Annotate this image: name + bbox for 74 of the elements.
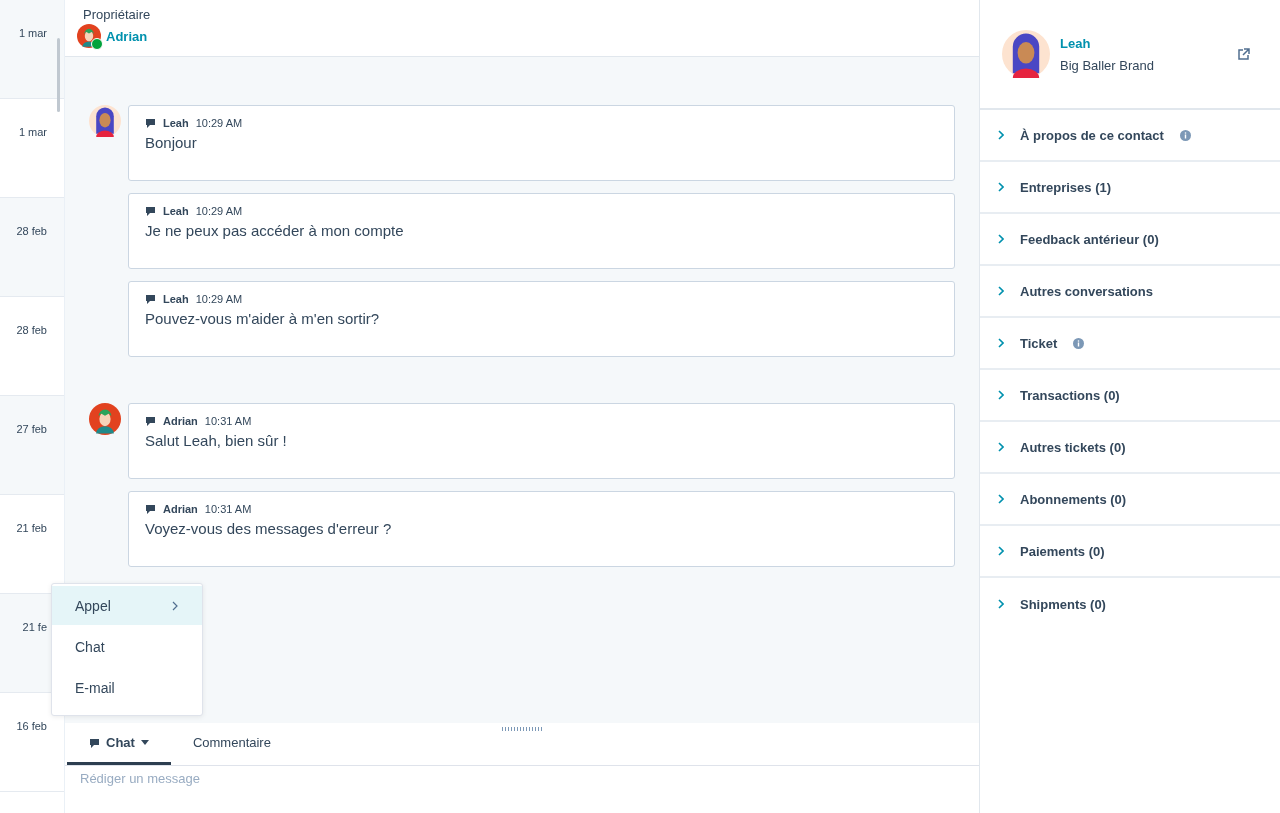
chevron-right-icon [998,130,1004,140]
section-header[interactable]: Shipments (0) [980,578,1280,630]
section-title: Ticket [1020,335,1058,351]
chevron-right-icon [998,338,1004,348]
chevron-right-icon [998,234,1004,244]
section-header[interactable]: Abonnements (0) [980,474,1280,526]
chat-bubble-icon [145,206,156,216]
chevron-right-icon [998,390,1004,400]
owner-name[interactable]: Adrian [106,28,148,44]
section-header[interactable]: Autres tickets (0) [980,422,1280,474]
message-author: Leah [163,205,189,217]
section-header[interactable]: Transactions (0) [980,370,1280,422]
woman-avatar-icon [89,105,121,137]
timeline-date: 21 feb [16,522,47,534]
message-text: Voyez-vous des messages d'erreur ? [145,520,393,537]
chevron-right-icon [998,546,1004,556]
chevron-right-icon [998,182,1004,192]
section-title: Shipments (0) [1020,596,1106,612]
timeline-date: 1 mar [18,27,47,39]
section-title: Transactions (0) [1020,387,1120,403]
chat-bubble-icon [145,416,156,426]
section-title: Paiements (0) [1020,543,1105,559]
message-field[interactable]: Rédiger un message [65,766,979,813]
message-time: 10:31 AM [204,415,252,427]
section-header[interactable]: Ticket [980,318,1280,370]
section-title: Autres conversations [1020,283,1153,299]
message-text: Salut Leah, bien sûr ! [145,432,288,449]
timeline-date: 27 feb [16,423,47,435]
chevron-right-icon [998,286,1004,296]
timeline-date: 21 fe [22,621,47,633]
section-header[interactable]: À propos de ce contact [980,110,1280,162]
man-avatar-icon [89,403,121,435]
timeline-date: 1 mar [18,126,47,138]
section-header[interactable]: Entreprises (1) [980,162,1280,214]
section-header[interactable]: Paiements (0) [980,526,1280,578]
message-text: Je ne peux pas accéder à mon compte [145,222,405,239]
message-author: Leah [163,117,189,129]
composer-tab[interactable]: Commentaire [170,723,293,765]
contact-name[interactable]: Leah [1060,35,1227,51]
section-title: Abonnements (0) [1020,491,1127,507]
section-title: Feedback antérieur (0) [1020,231,1159,247]
message-time: 10:31 AM [204,503,252,515]
woman-avatar-icon [1002,30,1050,78]
timeline-date: 28 feb [16,225,47,237]
timeline-date: 16 feb [16,720,47,732]
resize-handle[interactable] [502,727,542,731]
contact-company: Big Baller Brand [1060,57,1155,73]
section-header[interactable]: Feedback antérieur (0) [980,214,1280,266]
chevron-right-icon [998,494,1004,504]
chat-bubble-icon [89,737,100,748]
chat-bubble-icon [145,294,156,304]
message-text: Bonjour [145,134,198,151]
message-author: Adrian [163,503,198,515]
message-text: Pouvez-vous m'aider à m'en sortir? [145,310,381,327]
chat-bubble-icon [145,118,156,128]
message-time: 10:29 AM [195,293,243,305]
message-author: Adrian [163,415,198,427]
section-title: Autres tickets (0) [1020,439,1126,455]
timeline-date: 28 feb [16,324,47,336]
message-author: Leah [163,293,189,305]
scrollbar[interactable] [57,38,60,112]
menu-item[interactable]: Chat [52,627,202,666]
section-title: À propos de ce contact [1020,127,1164,143]
menu-item[interactable]: Appel [52,586,202,625]
section-header[interactable]: Autres conversations [980,266,1280,318]
section-title: Entreprises (1) [1020,179,1112,195]
chevron-right-icon [998,442,1004,452]
owner-label: Propriétaire [83,7,152,22]
message-time: 10:29 AM [195,117,243,129]
chevron-right-icon [998,599,1004,609]
external-link-icon[interactable] [1237,47,1250,61]
menu-item[interactable]: E-mail [52,668,202,707]
message-time: 10:29 AM [195,205,243,217]
chat-bubble-icon [145,504,156,514]
